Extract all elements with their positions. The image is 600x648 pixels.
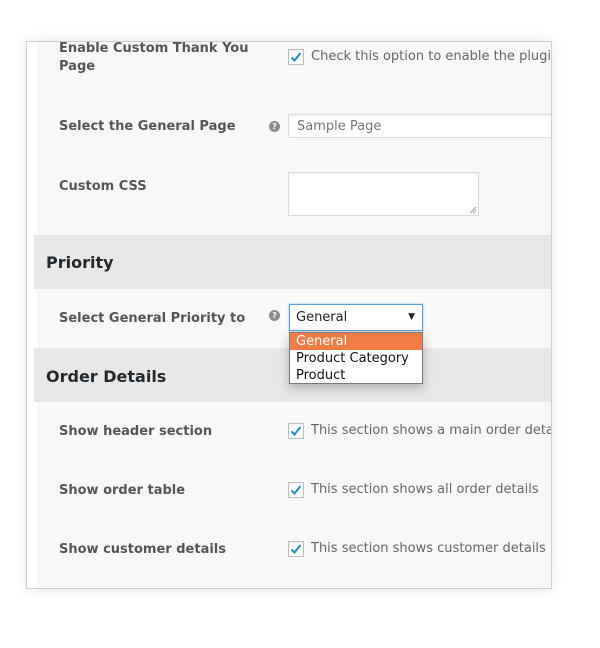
checkmark-icon xyxy=(290,485,302,495)
priority-dropdown-list: General Product Category Product xyxy=(289,332,423,384)
show-header-description: This section shows a main order detail xyxy=(311,423,551,438)
show-customer-details-label: Show customer details xyxy=(59,542,226,557)
question-circle-icon[interactable]: ? xyxy=(269,310,280,321)
show-header-checkbox[interactable] xyxy=(288,423,304,439)
show-order-table-label: Show order table xyxy=(59,483,186,498)
custom-css-label: Custom CSS xyxy=(59,179,147,194)
show-customer-details-description: This section shows customer details xyxy=(311,541,546,556)
general-page-label: Select the General Page xyxy=(59,119,236,134)
custom-css-textarea[interactable] xyxy=(288,172,479,216)
checkmark-icon xyxy=(290,52,302,62)
priority-select[interactable]: General ▼ xyxy=(289,304,423,331)
order-details-title: Order Details xyxy=(46,367,167,386)
resize-handle-icon[interactable] xyxy=(469,206,477,214)
show-order-table-checkbox[interactable] xyxy=(288,482,304,498)
priority-select-value: General xyxy=(296,310,348,325)
priority-option-product-category[interactable]: Product Category xyxy=(290,350,422,367)
question-circle-icon[interactable]: ? xyxy=(269,121,280,132)
thank-you-description: Check this option to enable the plugin xyxy=(311,49,551,64)
general-page-input[interactable]: Sample Page xyxy=(288,114,551,138)
priority-section-header: Priority xyxy=(34,235,551,289)
checkmark-icon xyxy=(290,544,302,554)
show-customer-details-checkbox[interactable] xyxy=(288,541,304,557)
priority-title: Priority xyxy=(46,253,114,272)
dropdown-arrow-icon: ▼ xyxy=(408,312,415,322)
show-order-table-description: This section shows all order details xyxy=(311,482,539,497)
show-header-label: Show header section xyxy=(59,424,213,439)
priority-select-label: Select General Priority to xyxy=(59,311,246,326)
priority-option-general[interactable]: General xyxy=(290,333,422,350)
thank-you-label: Enable Custom Thank You Page xyxy=(59,42,249,74)
thank-you-checkbox[interactable] xyxy=(288,49,304,65)
checkmark-icon xyxy=(290,426,302,436)
priority-option-product[interactable]: Product xyxy=(290,367,422,384)
